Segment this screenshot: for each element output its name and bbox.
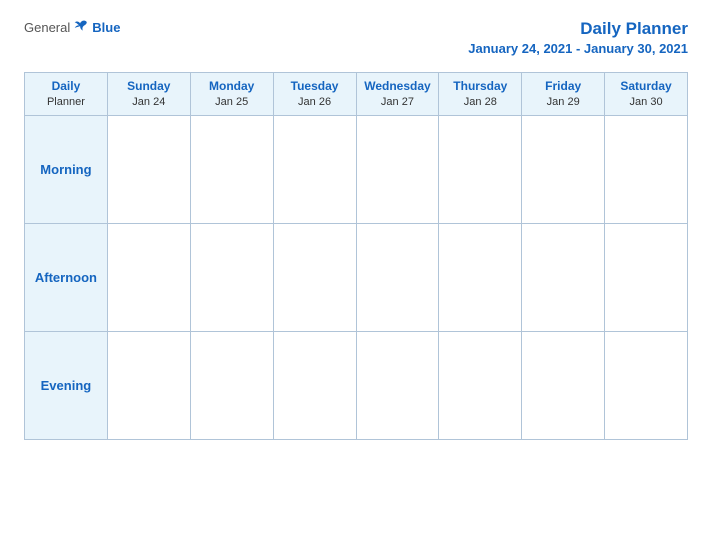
cell-evening-wednesday[interactable] [356,332,439,440]
row-evening: Evening [25,332,688,440]
tuesday-name: Tuesday [276,78,354,95]
planner-date-range: January 24, 2021 - January 30, 2021 [468,41,688,56]
cell-evening-sunday[interactable] [107,332,190,440]
cell-morning-monday[interactable] [190,116,273,224]
thursday-date: Jan 28 [441,95,519,110]
row-morning: Morning [25,116,688,224]
header-label-line2: Planner [27,95,105,110]
logo-area: General Blue [24,18,120,36]
cell-evening-friday[interactable] [522,332,605,440]
cell-afternoon-friday[interactable] [522,224,605,332]
header: General Blue Daily Planner January 24, 2… [24,18,688,58]
cell-afternoon-thursday[interactable] [439,224,522,332]
logo-blue-text: Blue [92,20,120,35]
cell-morning-thursday[interactable] [439,116,522,224]
thursday-name: Thursday [441,78,519,95]
cell-afternoon-saturday[interactable] [605,224,688,332]
title-area: Daily Planner January 24, 2021 - January… [468,18,688,58]
saturday-date: Jan 30 [607,95,685,110]
header-wednesday: Wednesday Jan 27 [356,73,439,116]
cell-evening-tuesday[interactable] [273,332,356,440]
cell-morning-friday[interactable] [522,116,605,224]
logo-general-text: General [24,20,70,35]
friday-name: Friday [524,78,602,95]
cell-evening-saturday[interactable] [605,332,688,440]
header-sunday: Sunday Jan 24 [107,73,190,116]
cell-afternoon-sunday[interactable] [107,224,190,332]
logo-bird-icon [72,18,90,36]
tuesday-date: Jan 26 [276,95,354,110]
cell-evening-monday[interactable] [190,332,273,440]
header-friday: Friday Jan 29 [522,73,605,116]
cell-morning-saturday[interactable] [605,116,688,224]
cell-morning-sunday[interactable] [107,116,190,224]
header-saturday: Saturday Jan 30 [605,73,688,116]
planner-title: Daily Planner [580,19,688,38]
cell-morning-tuesday[interactable] [273,116,356,224]
header-label-cell: Daily Planner [25,73,108,116]
row-afternoon: Afternoon [25,224,688,332]
wednesday-name: Wednesday [359,78,437,95]
cell-afternoon-wednesday[interactable] [356,224,439,332]
header-row: Daily Planner Sunday Jan 24 Monday Jan 2… [25,73,688,116]
saturday-name: Saturday [607,78,685,95]
header-thursday: Thursday Jan 28 [439,73,522,116]
wednesday-date: Jan 27 [359,95,437,110]
logo-text: General Blue [24,18,120,36]
cell-evening-thursday[interactable] [439,332,522,440]
row-label-afternoon: Afternoon [25,224,108,332]
row-label-morning: Morning [25,116,108,224]
sunday-name: Sunday [110,78,188,95]
page: General Blue Daily Planner January 24, 2… [0,0,712,550]
calendar-table: Daily Planner Sunday Jan 24 Monday Jan 2… [24,72,688,440]
row-label-evening: Evening [25,332,108,440]
monday-name: Monday [193,78,271,95]
header-tuesday: Tuesday Jan 26 [273,73,356,116]
friday-date: Jan 29 [524,95,602,110]
cell-morning-wednesday[interactable] [356,116,439,224]
cell-afternoon-tuesday[interactable] [273,224,356,332]
header-label-line1: Daily [27,78,105,95]
cell-afternoon-monday[interactable] [190,224,273,332]
header-monday: Monday Jan 25 [190,73,273,116]
monday-date: Jan 25 [193,95,271,110]
sunday-date: Jan 24 [110,95,188,110]
